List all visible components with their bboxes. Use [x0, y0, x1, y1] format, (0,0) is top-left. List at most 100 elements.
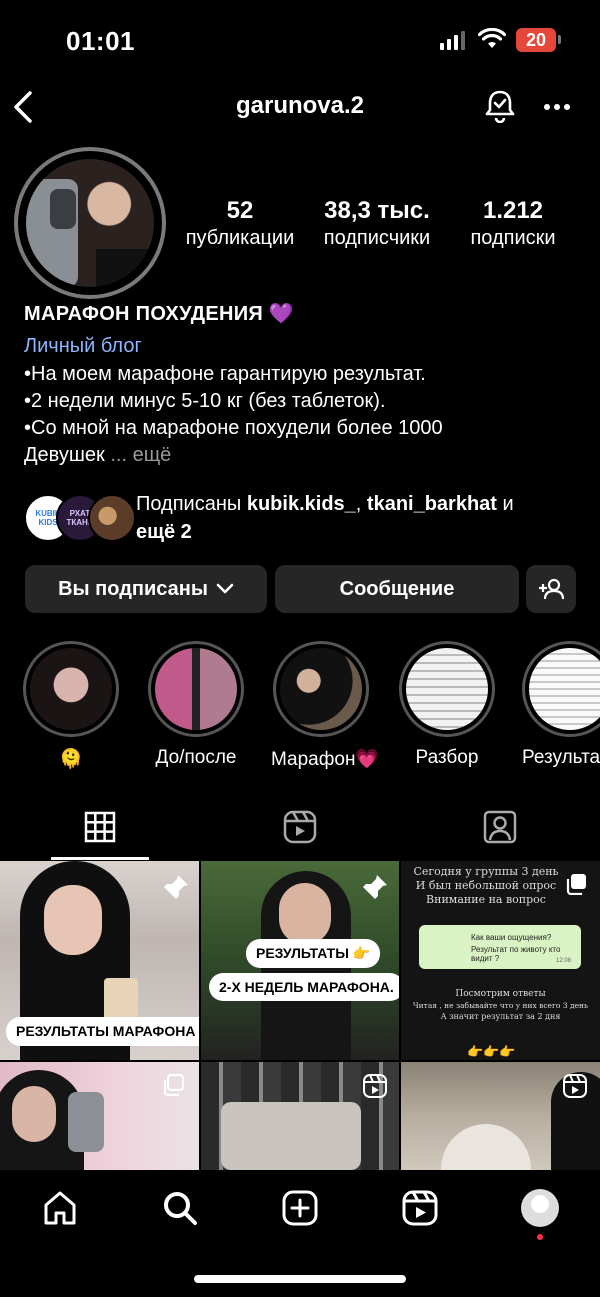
mutual-and: и [496, 493, 514, 515]
bio-last-line: Девушек ... ещё [24, 442, 171, 469]
highlight-ring [273, 641, 369, 737]
tagged-person-icon [483, 810, 517, 844]
status-time: 01:01 [66, 26, 135, 56]
highlight-item[interactable]: Результат [522, 641, 600, 769]
highlight-cover [155, 648, 237, 730]
post-thumbnail[interactable] [401, 1062, 600, 1170]
post-text: А значит результат за 2 дня [440, 1012, 561, 1021]
wifi-icon [478, 28, 506, 50]
post-thumbnail[interactable]: РЕЗУЛЬТАТЫ 👉 2-Х НЕДЕЛЬ МАРАФОНА. [201, 861, 399, 1060]
post-text: Сегодня у группы 3 день [413, 865, 559, 878]
mutual-more[interactable]: ещё 2 [136, 521, 192, 543]
highlight-label: Марафон💗 [271, 749, 380, 770]
stat-followers-label: подписчики [323, 227, 431, 249]
home-tab[interactable] [42, 1190, 78, 1226]
stat-following-value: 1.212 [482, 197, 544, 224]
reels-icon [283, 810, 317, 844]
battery-icon: 20 [516, 28, 556, 52]
mutual-name-2[interactable]: tkani_barkhat [367, 493, 497, 515]
stat-posts[interactable]: 52 публикации [176, 197, 304, 250]
mutual-followers-text[interactable]: Подписаны kubik.kids_, tkani_barkhat и е… [136, 490, 576, 546]
bio-line: Девушек [24, 444, 105, 466]
avatar[interactable] [26, 159, 154, 287]
bio-more-link[interactable]: ... ещё [110, 444, 171, 466]
post-thumbnail[interactable]: Сегодня у группы 3 день И был небольшой … [401, 861, 600, 1060]
battery-level: 20 [525, 30, 547, 50]
bio-line: •Со мной на марафоне похудели более 1000 [24, 417, 443, 439]
highlight-label: До/после [155, 747, 237, 768]
chevron-down-icon [216, 583, 234, 594]
chat-time: 12:08 [555, 958, 571, 964]
stat-following-label: подписки [470, 227, 556, 249]
profile-name: МАРАФОН ПОХУДЕНИЯ 💜 [24, 303, 295, 325]
post-text: Посмотрим ответы [455, 989, 546, 999]
home-icon [44, 1191, 76, 1225]
profile-category[interactable]: Личный блог [24, 335, 142, 358]
message-button[interactable]: Сообщение [275, 565, 519, 613]
stat-followers-value: 38,3 тыс. [324, 197, 430, 224]
carousel-icon [566, 874, 586, 895]
stat-followers[interactable]: 38,3 тыс. подписчики [310, 197, 444, 250]
notifications-bell-icon[interactable] [484, 89, 516, 123]
post-caption-tag: 2-Х НЕДЕЛЬ МАРАФОНА. [209, 973, 399, 1001]
reels-tab[interactable] [283, 810, 317, 844]
chat-screenshot: Как ваши ощущения? Результат по животу к… [419, 925, 581, 969]
more-options-icon[interactable] [544, 104, 570, 110]
search-icon [164, 1192, 197, 1225]
post-text: И был небольшой опрос [415, 879, 557, 892]
stat-posts-label: публикации [185, 227, 295, 249]
highlight-label: Разбор [415, 747, 479, 768]
stat-posts-value: 52 [226, 197, 254, 224]
post-emoji: 👉👉👉 [467, 1044, 516, 1059]
highlight-item[interactable]: До/после [146, 641, 246, 769]
post-image-face [12, 1086, 56, 1142]
highlight-cover [529, 648, 600, 730]
add-person-icon [539, 578, 564, 600]
post-text: Читая , не забывайте что у них всего 3 д… [412, 1001, 589, 1010]
carousel-icon [163, 1074, 184, 1096]
mutual-avatar-3[interactable] [88, 494, 136, 542]
bio-line: •2 недели минус 5-10 кг (без таблеток). [24, 390, 386, 412]
profile-tab[interactable] [521, 1189, 559, 1227]
highlight-ring [148, 641, 244, 737]
highlight-ring [23, 641, 119, 737]
plus-square-icon [282, 1190, 318, 1226]
battery-tip [558, 35, 561, 44]
post-thumbnail[interactable] [201, 1062, 399, 1170]
post-caption-tag: РЕЗУЛЬТАТЫ 👉 [246, 939, 381, 968]
highlight-item[interactable]: 🫠 [21, 641, 121, 771]
post-text: Внимание на вопрос [426, 893, 546, 906]
mutual-prefix: Подписаны [136, 493, 247, 515]
pinned-icon [363, 875, 387, 899]
highlight-cover [280, 648, 362, 730]
following-button[interactable]: Вы подписаны [25, 565, 267, 613]
post-image-chair [221, 1102, 361, 1170]
active-tab-indicator [51, 857, 149, 860]
grid-tab[interactable] [84, 811, 116, 843]
reels-nav-tab[interactable] [402, 1190, 438, 1226]
post-thumbnail[interactable] [0, 1062, 199, 1170]
mutual-name-1[interactable]: kubik.kids_ [247, 493, 356, 515]
highlight-cover [406, 648, 488, 730]
post-image-face [44, 885, 102, 955]
notification-dot [537, 1234, 543, 1240]
search-tab[interactable] [162, 1190, 198, 1226]
tagged-tab[interactable] [483, 810, 517, 844]
mutual-sep: , [355, 493, 367, 515]
stat-following[interactable]: 1.212 подписки [452, 197, 574, 250]
following-button-label: Вы подписаны [58, 577, 208, 600]
post-image-table [441, 1124, 531, 1170]
highlight-item[interactable]: Марафон💗 [271, 641, 380, 771]
highlight-ring [399, 641, 495, 737]
reels-icon [402, 1190, 438, 1226]
highlight-label: 🫠 [59, 749, 83, 770]
create-tab[interactable] [282, 1190, 318, 1226]
post-image-face [279, 883, 331, 945]
message-button-label: Сообщение [339, 577, 455, 600]
bio-line: •На моем марафоне гарантирую результат. [24, 363, 426, 385]
profile-avatar-icon [531, 1195, 549, 1213]
post-thumbnail[interactable]: РЕЗУЛЬТАТЫ МАРАФОНА 👉 [0, 861, 199, 1060]
add-friend-button[interactable] [526, 565, 576, 613]
home-indicator [194, 1275, 406, 1283]
highlight-item[interactable]: Разбор [397, 641, 497, 769]
